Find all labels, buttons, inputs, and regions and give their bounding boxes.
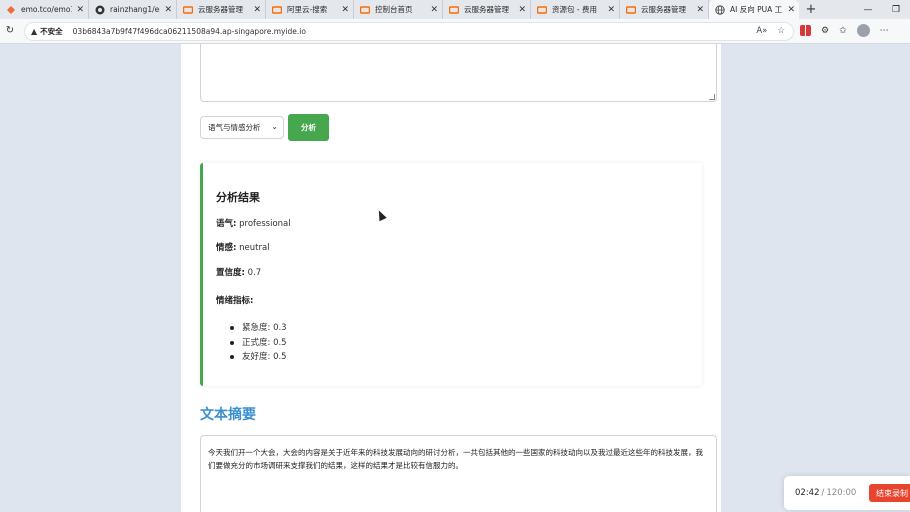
close-icon[interactable]: ✕ — [787, 5, 795, 15]
close-icon[interactable]: ✕ — [696, 5, 704, 15]
close-icon[interactable]: ✕ — [430, 5, 438, 15]
tab-strip: emo.tco/emo1 ✕ rainzhang1/em ✕ 云服务器管理 ✕ … — [0, 0, 910, 19]
sentiment-value: neutral — [239, 243, 270, 253]
favorite-star-icon[interactable]: ☆ — [777, 26, 785, 36]
warning-icon[interactable]: ▲ — [31, 27, 37, 36]
gift-extension-icon[interactable] — [800, 25, 811, 36]
browser-tab[interactable]: 资源包 - 费用 ✕ — [531, 0, 620, 19]
close-icon[interactable]: ✕ — [341, 5, 349, 15]
summary-textarea[interactable]: 今天我们开一个大会，大会的内容是关于近年来的科技发展动向的研讨分析，一共包括其他… — [200, 435, 717, 512]
tone-value: professional — [239, 219, 291, 229]
globe-icon — [715, 4, 725, 15]
minimize-icon[interactable]: — — [854, 5, 882, 15]
select-value: 语气与情感分析 — [208, 123, 261, 132]
browser-tab[interactable]: 云服务器管理 ✕ — [443, 0, 531, 19]
stop-recording-button[interactable]: 结束录制 — [869, 484, 910, 502]
aliyun-icon — [449, 5, 459, 15]
total-time: 120:00 — [826, 488, 857, 498]
close-icon[interactable]: ✕ — [76, 5, 84, 15]
tone-row: 语气: professional — [216, 217, 291, 229]
maximize-icon[interactable]: ❐ — [882, 5, 910, 15]
sentiment-label: 情感: — [216, 243, 237, 253]
url-text[interactable]: 03b6843a7b9f47f496dca06211508a94.ap-sing… — [73, 27, 306, 36]
tab-title: 控制台首页 — [375, 5, 413, 14]
aliyun-icon — [360, 5, 370, 15]
favorites-icon[interactable]: ✩ — [839, 26, 847, 36]
tab-title: 阿里云-搜索 — [287, 5, 328, 14]
security-label[interactable]: 不安全 — [40, 26, 63, 37]
analyze-button[interactable]: 分析 — [288, 114, 329, 141]
indicator-list: 紧急度: 0.3 正式度: 0.5 友好度: 0.5 — [230, 321, 287, 365]
extensions-icon[interactable]: ⚙ — [821, 26, 829, 36]
tab-title: rainzhang1/em — [110, 5, 160, 14]
tab-title: 资源包 - 费用 — [552, 5, 597, 14]
reload-icon[interactable]: ↻ — [4, 25, 16, 37]
new-tab-button[interactable]: + — [799, 0, 823, 19]
omnibox-icons: A» ☆ — [756, 26, 785, 36]
aliyun-icon — [272, 5, 282, 15]
browser-tab-active[interactable]: AI 反向 PUA 工 ✕ — [709, 0, 799, 19]
tone-label: 语气: — [216, 219, 237, 229]
tab-title: AI 反向 PUA 工 — [730, 5, 783, 14]
summary-title: 文本摘要 — [200, 407, 256, 423]
address-bar-row: ↻ ▲ 不安全 03b6843a7b9f47f496dca06211508a94… — [0, 19, 910, 44]
toolbar-icons: ⚙ ✩ ⋯ — [800, 24, 889, 37]
tab-title: 云服务器管理 — [464, 5, 509, 14]
time-separator: / — [821, 488, 825, 498]
tab-title: 云服务器管理 — [198, 5, 243, 14]
aliyun-icon — [183, 5, 193, 15]
confidence-value: 0.7 — [247, 268, 262, 278]
browser-tab[interactable]: emo.tco/emo1 ✕ — [0, 0, 89, 19]
aliyun-icon — [626, 5, 636, 15]
close-icon[interactable]: ✕ — [607, 5, 615, 15]
sentiment-row: 情感: neutral — [216, 241, 270, 253]
list-item: 紧急度: 0.3 — [230, 321, 287, 336]
confidence-row: 置信度: 0.7 — [216, 266, 261, 278]
profile-avatar[interactable] — [856, 24, 870, 37]
list-item: 正式度: 0.5 — [230, 336, 287, 351]
close-icon[interactable]: ✕ — [253, 5, 261, 15]
result-title: 分析结果 — [216, 191, 260, 204]
browser-tab[interactable]: 云服务器管理 ✕ — [620, 0, 709, 19]
elapsed-time: 02:42 — [795, 488, 820, 498]
close-icon[interactable]: ✕ — [164, 5, 172, 15]
resize-handle[interactable] — [709, 94, 715, 100]
close-icon[interactable]: ✕ — [518, 5, 526, 15]
browser-tab[interactable]: 云服务器管理 ✕ — [177, 0, 266, 19]
recording-widget: 02:42 / 120:00 结束录制 — [784, 476, 910, 510]
chevron-down-icon: ⌄ — [271, 122, 278, 131]
analysis-result-card: 分析结果 语气: professional 情感: neutral 置信度: 0… — [200, 163, 702, 386]
browser-tab[interactable]: 阿里云-搜索 ✕ — [266, 0, 354, 19]
input-textarea[interactable] — [200, 44, 717, 102]
address-bar[interactable]: ▲ 不安全 03b6843a7b9f47f496dca06211508a94.a… — [24, 22, 794, 41]
aliyun-icon — [537, 5, 547, 15]
browser-tab[interactable]: 控制台首页 ✕ — [354, 0, 443, 19]
main-content: 语气与情感分析 ⌄ 分析 分析结果 语气: professional 情感: n… — [181, 44, 721, 512]
read-aloud-icon[interactable]: A» — [756, 26, 767, 36]
orange-favicon-icon — [6, 5, 16, 15]
list-item: 友好度: 0.5 — [230, 350, 287, 365]
browser-tab[interactable]: rainzhang1/em ✕ — [89, 0, 177, 19]
indicators-heading: 情绪指标: — [216, 296, 254, 306]
analysis-mode-select[interactable]: 语气与情感分析 ⌄ — [200, 116, 284, 139]
tab-title: emo.tco/emo1 — [21, 5, 73, 14]
tab-title: 云服务器管理 — [641, 5, 686, 14]
github-icon — [95, 5, 105, 15]
more-menu-icon[interactable]: ⋯ — [880, 26, 889, 36]
window-controls: — ❐ — [854, 0, 910, 19]
confidence-label: 置信度: — [216, 268, 245, 278]
